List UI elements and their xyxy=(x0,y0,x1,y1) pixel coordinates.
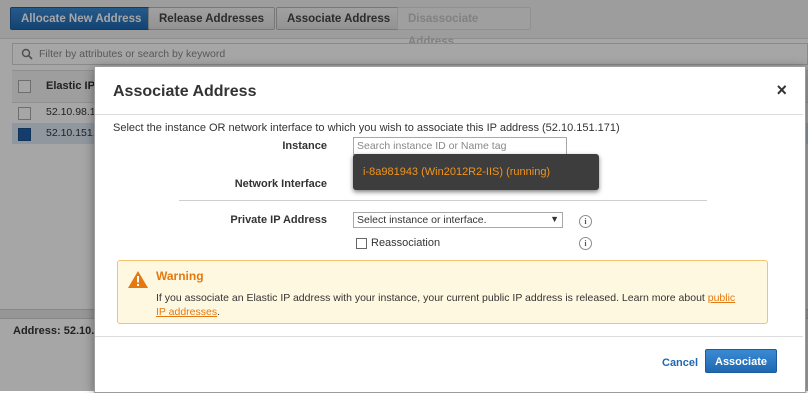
warning-box: Warning If you associate an Elastic IP a… xyxy=(117,260,768,324)
associate-address-dialog: Associate Address × Select the instance … xyxy=(94,66,806,393)
cancel-button[interactable]: Cancel xyxy=(662,357,698,369)
info-icon[interactable]: i xyxy=(579,237,592,250)
warning-title: Warning xyxy=(156,269,204,283)
reassociation-label: Reassociation xyxy=(371,237,441,249)
instructions-text: Select the instance OR network interface… xyxy=(113,122,620,134)
public-ip-link-cont[interactable]: IP addresses xyxy=(156,306,217,318)
instance-label: Instance xyxy=(282,140,327,152)
dialog-title: Associate Address xyxy=(113,83,257,100)
instance-suggestions-dropdown: i-8a981943 (Win2012R2-IIS) (running) xyxy=(353,154,599,190)
warning-body: If you associate an Elastic IP address w… xyxy=(156,292,708,304)
warning-icon xyxy=(128,271,148,288)
section-divider xyxy=(179,200,707,201)
network-interface-label: Network Interface xyxy=(234,178,327,190)
warning-period: . xyxy=(217,306,221,318)
title-divider xyxy=(95,114,803,115)
associate-button[interactable]: Associate xyxy=(705,349,777,373)
footer-divider xyxy=(95,336,803,337)
close-icon[interactable]: × xyxy=(776,81,787,99)
reassociation-checkbox[interactable] xyxy=(356,238,367,249)
chevron-down-icon: ▼ xyxy=(550,214,559,224)
private-ip-value: Select instance or interface. xyxy=(357,214,487,226)
instance-option[interactable]: i-8a981943 (Win2012R2-IIS) (running) xyxy=(363,166,550,178)
instance-search-input[interactable] xyxy=(353,137,567,155)
private-ip-label: Private IP Address xyxy=(230,214,327,226)
private-ip-select[interactable]: Select instance or interface. ▼ xyxy=(353,212,563,228)
warning-text: If you associate an Elastic IP address w… xyxy=(156,291,752,319)
info-icon[interactable]: i xyxy=(579,215,592,228)
public-ip-link[interactable]: public xyxy=(708,292,735,304)
